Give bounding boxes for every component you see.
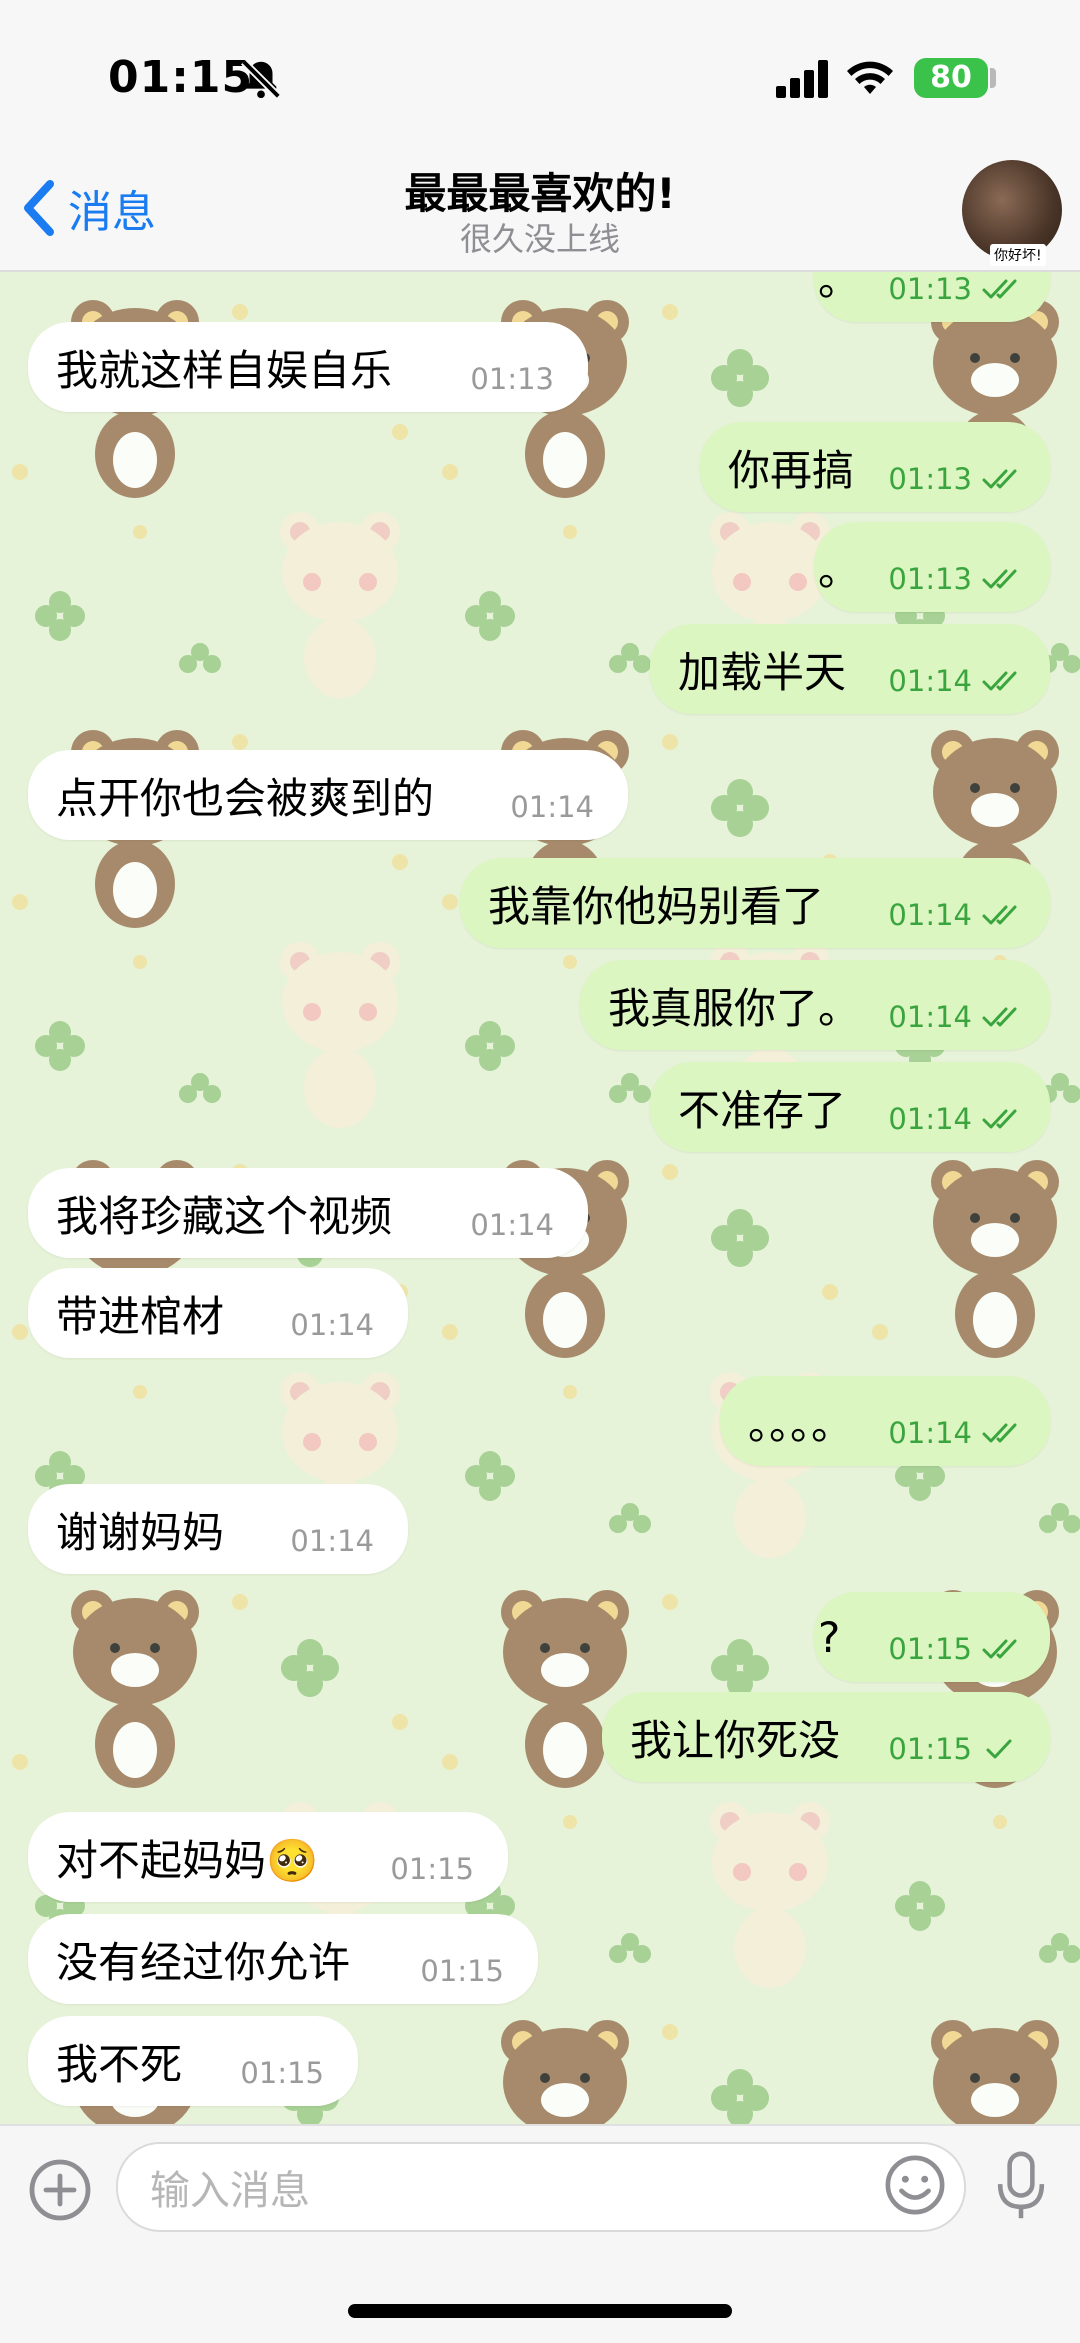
message-text: 我真服你了。 (608, 983, 861, 1033)
message-timestamp: 01:14 (888, 1102, 1020, 1136)
outgoing-message[interactable]: 你再搞 01:13 (700, 422, 1050, 512)
message-timestamp: 01:13 (470, 362, 554, 396)
cellular-signal-icon (776, 60, 828, 98)
message-time: 01:14 (510, 790, 594, 824)
outgoing-message[interactable]: 我靠你他妈别看了 01:14 (460, 858, 1050, 948)
outgoing-message[interactable]: ? 01:15 (814, 1592, 1050, 1682)
incoming-message[interactable]: 对不起妈妈🥺 01:15 (28, 1812, 508, 1902)
message-timestamp: 01:14 (888, 1416, 1020, 1450)
message-text: 你再搞 (728, 445, 855, 495)
message-timestamp: 01:14 (290, 1308, 374, 1342)
double-check-icon (982, 905, 1017, 925)
smiley-icon[interactable] (884, 2154, 946, 2216)
message-time: 01:14 (290, 1524, 374, 1558)
message-timestamp: 01:14 (888, 1000, 1020, 1034)
home-indicator (348, 2304, 732, 2318)
message-time: 01:15 (420, 1954, 504, 1988)
message-time: 01:15 (888, 1632, 972, 1666)
message-time: 01:15 (240, 2056, 324, 2090)
message-timestamp: 01:15 (888, 1632, 1020, 1666)
message-timestamp: 01:14 (290, 1524, 374, 1558)
message-timestamp: 01:13 (888, 562, 1020, 596)
message-time: 01:14 (888, 1416, 972, 1450)
wifi-icon (847, 61, 893, 94)
message-text: 不准存了 (678, 1085, 847, 1135)
outgoing-message[interactable]: 不准存了 01:14 (650, 1062, 1050, 1152)
message-text: 带进棺材 (56, 1291, 225, 1341)
message-timestamp: 01:15 (240, 2056, 324, 2090)
message-text: 谢谢妈妈 (56, 1507, 225, 1557)
incoming-message[interactable]: 带进棺材 01:14 (28, 1268, 408, 1358)
message-time: 01:13 (888, 462, 972, 496)
message-time: 01:13 (888, 562, 972, 596)
message-text: 我让你死没 (630, 1715, 841, 1765)
message-time: 01:14 (888, 664, 972, 698)
incoming-message[interactable]: 我将珍藏这个视频 01:14 (28, 1168, 588, 1258)
outgoing-message[interactable]: 我让你死没 01:15 (602, 1692, 1050, 1782)
outgoing-message[interactable]: 我真服你了。 01:14 (580, 960, 1050, 1050)
message-timestamp: 01:14 (510, 790, 594, 824)
last-seen-status: 很久没上线 (459, 220, 620, 258)
message-time: 01:14 (470, 1208, 554, 1242)
message-text: 对不起妈妈🥺 (56, 1835, 319, 1885)
message-time: 01:14 (888, 1102, 972, 1136)
double-check-icon (982, 1109, 1017, 1129)
message-timestamp: 01:13 (888, 462, 1020, 496)
incoming-message[interactable]: 我不死 01:15 (28, 2016, 358, 2106)
incoming-message[interactable]: 我就这样自娱自乐 01:13 (28, 322, 588, 412)
microphone-icon[interactable] (990, 2150, 1052, 2222)
message-time: 01:15 (888, 1732, 972, 1766)
message-text: 我就这样自娱自乐 (56, 345, 393, 395)
message-text: 。 (818, 272, 861, 305)
message-timestamp: 01:14 (888, 898, 1020, 932)
message-time: 01:15 (390, 1852, 474, 1886)
battery-indicator: 80 (914, 58, 988, 98)
message-list[interactable]: 。 01:13 我就这样自娱自乐 01:13 你再搞 01:13 。 01:13 加载半天 01:… (0, 272, 1080, 2124)
message-input-placeholder: 输入消息 (150, 2168, 310, 2214)
message-timestamp: 01:15 (390, 1852, 474, 1886)
message-timestamp: 01:14 (470, 1208, 554, 1242)
battery-tip (990, 68, 996, 88)
message-time: 01:13 (888, 272, 972, 306)
message-timestamp: 01:15 (420, 1954, 504, 1988)
double-check-icon (982, 569, 1017, 589)
double-check-icon (982, 1639, 1017, 1659)
message-timestamp: 01:15 (888, 1732, 1020, 1766)
message-text: 。 (818, 545, 861, 595)
message-text: 我不死 (56, 2039, 183, 2089)
status-time: 01:15 (108, 52, 254, 103)
chat-title[interactable]: 最最最喜欢的! (0, 160, 1080, 221)
message-text: 。。。。 (748, 1399, 854, 1449)
outgoing-message[interactable]: 。 01:13 (814, 272, 1050, 322)
message-time: 01:13 (470, 362, 554, 396)
message-text: 我将珍藏这个视频 (56, 1191, 393, 1241)
incoming-message[interactable]: 谢谢妈妈 01:14 (28, 1484, 408, 1574)
incoming-message[interactable]: 没有经过你允许 01:15 (28, 1914, 538, 2004)
bell-slash-icon (241, 59, 281, 99)
message-time: 01:14 (290, 1308, 374, 1342)
double-check-icon (982, 1007, 1017, 1027)
incoming-message[interactable]: 点开你也会被爽到的 01:14 (28, 750, 628, 840)
double-check-icon (982, 279, 1017, 299)
message-time: 01:14 (888, 898, 972, 932)
message-text: 我靠你他妈别看了 (488, 881, 825, 931)
outgoing-message[interactable]: 加载半天 01:14 (650, 624, 1050, 714)
avatar-caption: 你好坏! (990, 244, 1046, 266)
plus-circle-icon[interactable] (28, 2158, 92, 2222)
message-timestamp: 01:14 (888, 664, 1020, 698)
message-time: 01:14 (888, 1000, 972, 1034)
message-timestamp: 01:13 (888, 272, 1020, 306)
message-text: 点开你也会被爽到的 (56, 773, 435, 823)
message-text: 加载半天 (678, 647, 847, 697)
outgoing-message[interactable]: 。。。。 01:14 (720, 1376, 1050, 1466)
double-check-icon (982, 671, 1017, 691)
message-text: 没有经过你允许 (56, 1937, 351, 1987)
outgoing-message[interactable]: 。 01:13 (814, 522, 1050, 612)
double-check-icon (982, 1423, 1017, 1443)
double-check-icon (982, 469, 1017, 489)
message-text: ? (818, 1612, 841, 1662)
single-check-icon (986, 1739, 1012, 1759)
